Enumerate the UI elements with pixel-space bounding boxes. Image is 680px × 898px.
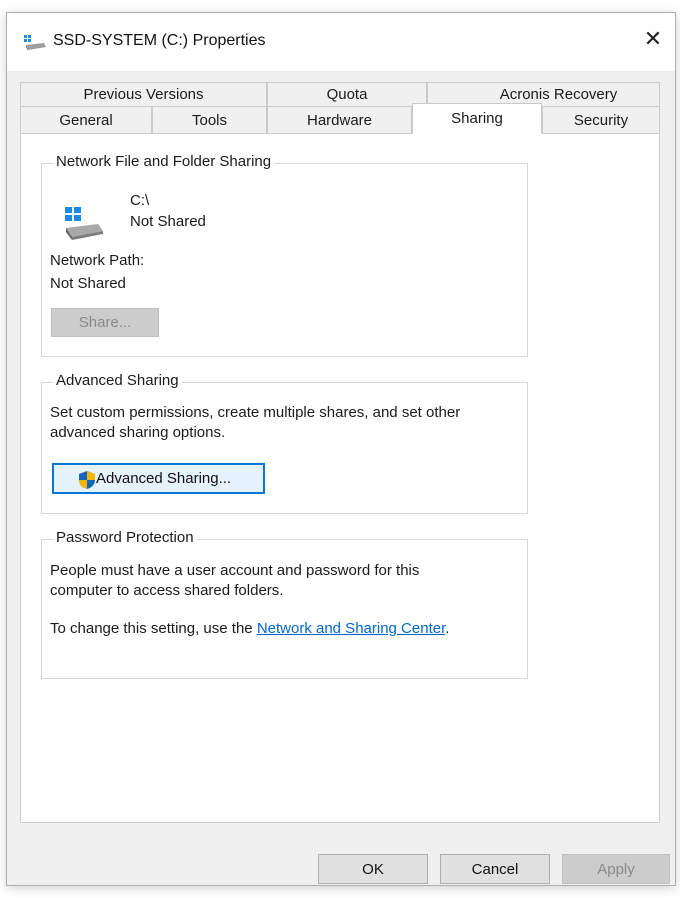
tab-label: Previous Versions bbox=[83, 86, 204, 103]
share-button[interactable]: Share... bbox=[51, 308, 159, 337]
advanced-sharing-description: advanced sharing options. bbox=[50, 424, 226, 441]
group-title: Network File and Folder Sharing bbox=[53, 153, 275, 170]
close-button[interactable]: ✕ bbox=[631, 19, 675, 59]
properties-dialog: SSD-SYSTEM (C:) Properties ✕ Previous Ve… bbox=[6, 12, 676, 886]
network-and-sharing-center-link[interactable]: Network and Sharing Center bbox=[257, 620, 445, 637]
tab-previous-versions[interactable]: Previous Versions bbox=[20, 82, 267, 106]
tab-label: Quota bbox=[326, 86, 368, 103]
network-path-value: Not Shared bbox=[50, 275, 126, 292]
cancel-button[interactable]: Cancel bbox=[440, 854, 550, 884]
uac-shield-icon bbox=[79, 471, 95, 489]
tab-security[interactable]: Security bbox=[542, 106, 660, 133]
tab-label: Tools bbox=[191, 112, 228, 129]
drive-icon bbox=[24, 35, 46, 51]
advanced-sharing-group: Advanced Sharing bbox=[41, 372, 528, 514]
tab-quota[interactable]: Quota bbox=[267, 82, 427, 106]
ok-button[interactable]: OK bbox=[318, 854, 428, 884]
title-bar[interactable]: SSD-SYSTEM (C:) Properties ✕ bbox=[7, 13, 675, 71]
group-title: Password Protection bbox=[53, 529, 197, 546]
tab-label: Hardware bbox=[306, 112, 373, 129]
advanced-sharing-button[interactable]: Advanced Sharing... bbox=[52, 463, 265, 494]
tab-label: General bbox=[59, 112, 113, 129]
password-protection-description: computer to access shared folders. bbox=[50, 582, 284, 599]
window-title: SSD-SYSTEM (C:) Properties bbox=[53, 32, 266, 49]
apply-button[interactable]: Apply bbox=[562, 854, 670, 884]
drive-label: C:\ bbox=[130, 192, 150, 209]
close-icon: ✕ bbox=[643, 26, 663, 51]
network-path-label: Network Path: bbox=[50, 252, 145, 269]
sharing-tab-panel: Network File and Folder Sharing C:\ Not … bbox=[20, 133, 660, 823]
drive-share-status: Not Shared bbox=[130, 213, 206, 230]
advanced-sharing-description: Set custom permissions, create multiple … bbox=[50, 404, 461, 421]
tab-tools[interactable]: Tools bbox=[152, 106, 267, 133]
tab-label: Sharing bbox=[451, 110, 503, 127]
password-protection-description: People must have a user account and pass… bbox=[50, 562, 420, 579]
password-protection-group: Password Protection bbox=[41, 529, 528, 679]
tab-general[interactable]: General bbox=[20, 106, 152, 133]
group-title: Advanced Sharing bbox=[53, 372, 182, 389]
tab-label: Security bbox=[573, 112, 629, 129]
tab-label: Acronis Recovery bbox=[499, 86, 618, 103]
change-setting-suffix: . bbox=[445, 620, 450, 637]
change-setting-prefix: To change this setting, use the bbox=[50, 620, 257, 637]
change-setting-text: To change this setting, use the Network … bbox=[50, 620, 449, 637]
advanced-sharing-button-label: Advanced Sharing... bbox=[96, 470, 232, 487]
tab-hardware[interactable]: Hardware bbox=[267, 106, 412, 133]
tab-sharing[interactable]: Sharing bbox=[412, 103, 542, 134]
drive-icon bbox=[65, 207, 103, 240]
